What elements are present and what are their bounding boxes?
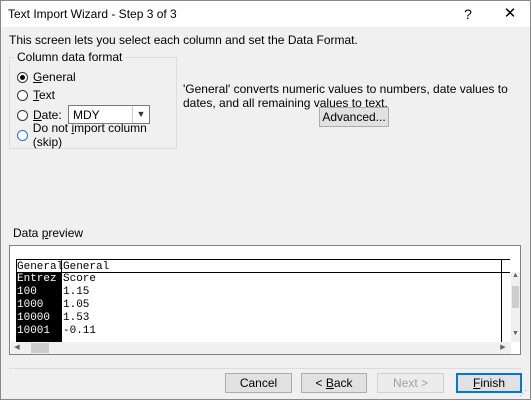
horizontal-scrollbar[interactable]: ◀ ▶	[11, 342, 511, 354]
radio-skip-column-indicator[interactable]	[17, 129, 28, 141]
help-button[interactable]: ?	[455, 4, 481, 24]
radio-skip-column[interactable]: Do not import column (skip)	[17, 121, 176, 149]
preview-cell: 1.15	[63, 286, 90, 298]
arrow-right-icon[interactable]: ▶	[497, 342, 509, 354]
data-preview-title: Data preview	[13, 226, 84, 240]
data-preview[interactable]: General General Entrez Score 100 1.15 10…	[9, 245, 521, 355]
finish-button[interactable]: Finish	[456, 373, 522, 393]
radio-general-label: General	[33, 70, 76, 84]
vertical-scroll-thumb[interactable]	[512, 286, 519, 308]
intro-text: This screen lets you select each column …	[9, 33, 358, 47]
preview-cell: 10000	[17, 312, 51, 324]
window-title: Text Import Wizard - Step 3 of 3	[8, 7, 177, 21]
radio-text-indicator[interactable]	[17, 89, 28, 101]
radio-date-indicator[interactable]	[17, 109, 28, 121]
preview-cell: 1000	[17, 299, 44, 311]
next-button[interactable]: Next >	[377, 373, 444, 393]
radio-date-label: Date:	[33, 108, 62, 122]
preview-cell: Entrez	[17, 273, 57, 285]
close-button[interactable]: ✕	[497, 4, 523, 24]
radio-general[interactable]: General	[17, 69, 76, 85]
text-import-wizard-dialog: Text Import Wizard - Step 3 of 3 ? ✕ Thi…	[0, 0, 531, 400]
cancel-button[interactable]: Cancel	[225, 373, 292, 393]
column-data-format-title: Column data format	[14, 50, 126, 64]
vertical-scrollbar[interactable]: ▲ ▼	[511, 272, 520, 342]
advanced-button[interactable]: Advanced...	[319, 107, 389, 127]
preview-cell: -0.11	[63, 325, 97, 337]
preview-cell: Score	[63, 273, 97, 285]
preview-cell: 100	[17, 286, 37, 298]
title-bar: Text Import Wizard - Step 3 of 3 ? ✕	[1, 1, 530, 27]
radio-general-indicator[interactable]	[17, 71, 28, 83]
preview-cell: 1.53	[63, 312, 90, 324]
preview-cell: 1.05	[63, 299, 90, 311]
column-data-format-group: Column data format General Text Date: Do…	[9, 50, 177, 149]
date-format-select[interactable]: MDY ▼	[68, 105, 150, 124]
preview-column-header[interactable]: General	[63, 261, 109, 273]
chevron-down-icon[interactable]: ▼	[132, 106, 149, 123]
radio-text-label: Text	[33, 88, 56, 102]
horizontal-scroll-thumb[interactable]	[31, 343, 49, 353]
arrow-left-icon[interactable]: ◀	[11, 342, 23, 354]
footer-divider	[9, 368, 521, 369]
back-button[interactable]: < Back	[301, 373, 367, 393]
resize-grip-icon[interactable]: ⋰	[519, 389, 527, 398]
date-format-value: MDY	[73, 108, 100, 122]
arrow-down-icon[interactable]: ▼	[511, 330, 520, 337]
column-divider	[501, 259, 502, 342]
radio-text[interactable]: Text	[17, 87, 55, 103]
format-description: 'General' converts numeric values to num…	[183, 82, 508, 110]
radio-skip-column-label: Do not import column (skip)	[32, 121, 147, 149]
preview-cell: 10001	[17, 325, 51, 337]
arrow-up-icon[interactable]: ▲	[511, 272, 520, 279]
